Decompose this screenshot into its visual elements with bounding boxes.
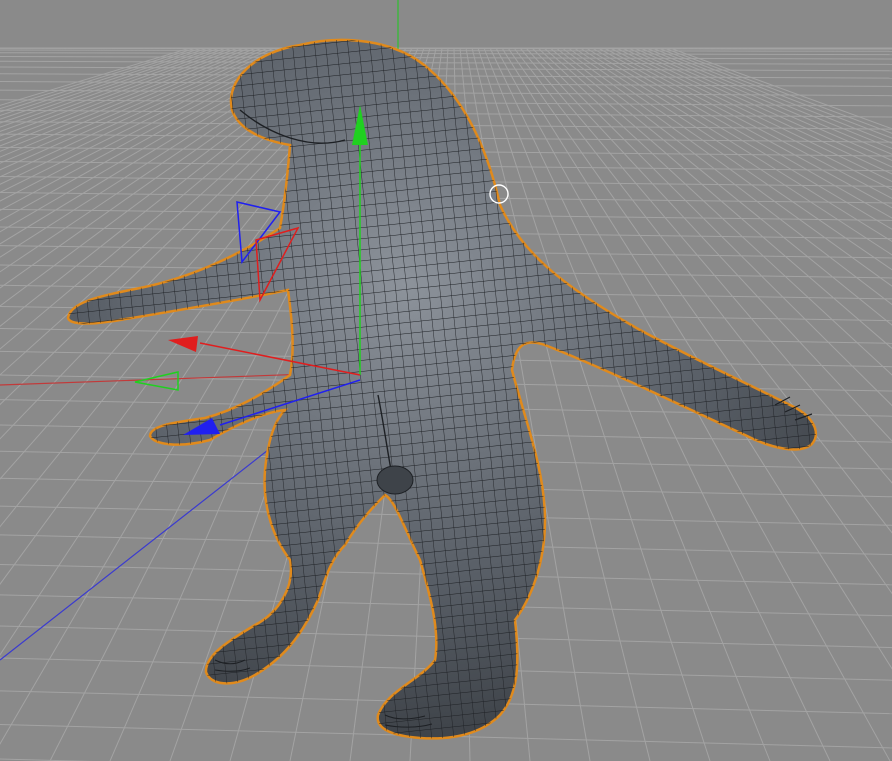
mesh-tail-bulge: [376, 465, 414, 495]
3d-viewport[interactable]: [0, 0, 892, 761]
